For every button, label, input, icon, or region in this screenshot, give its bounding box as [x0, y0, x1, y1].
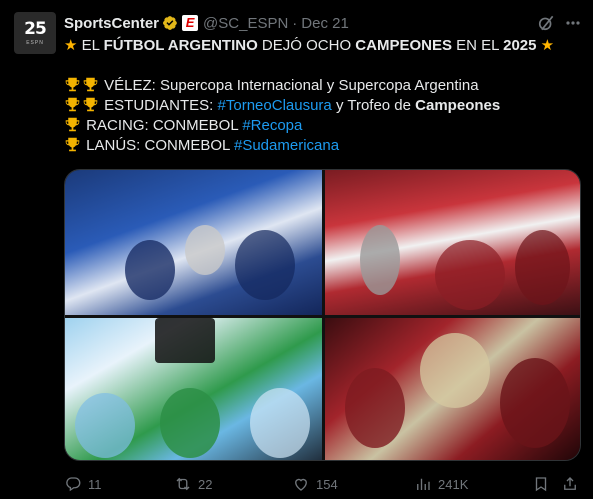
text-segment: ESTUDIANTES: [100, 97, 218, 114]
text-segment: DEJÓ OCHO [257, 37, 356, 54]
share-icon [564, 477, 576, 490]
trophy-icon [65, 137, 80, 152]
hashtag-link[interactable]: #TorneoClausura [218, 97, 332, 114]
like-button[interactable]: 154 [292, 474, 338, 494]
photo-lanus[interactable] [325, 318, 580, 460]
text-segment: VÉLEZ: Supercopa Internacional y Superco… [100, 77, 479, 94]
views-icon [417, 478, 430, 490]
verified-badge-icon[interactable] [162, 15, 178, 31]
views-button[interactable]: 241K [414, 474, 468, 494]
trophy-icon [65, 97, 80, 112]
avatar-sub: ESPN [26, 39, 44, 46]
action-bar: 11 22 154 241K [64, 474, 581, 494]
racing-line: RACING: CONMEBOL #Recopa [64, 116, 579, 136]
text-segment: RACING: CONMEBOL [82, 117, 243, 134]
more-icon[interactable] [565, 15, 581, 31]
lanus-line: LANÚS: CONMEBOL #Sudamericana [64, 136, 579, 156]
trophy-icon [65, 117, 80, 132]
separator-dot: · [292, 14, 298, 32]
hashtag-link[interactable]: #Sudamericana [234, 137, 339, 154]
tweet-header: SportsCenter E @SC_ESPN · Dec 21 [64, 13, 349, 33]
star-icon: ★ [540, 37, 555, 54]
star-icon: ★ [64, 37, 78, 54]
photo-racing[interactable] [65, 318, 322, 460]
headline-line: ★ EL FÚTBOL ARGENTINO DEJÓ OCHO CAMPEONE… [64, 36, 579, 56]
trophy-icon [65, 77, 80, 92]
photo-estudiantes[interactable] [325, 170, 580, 315]
reply-button[interactable]: 11 [64, 474, 102, 494]
bookmark-icon [535, 477, 547, 492]
tweet[interactable]: 25 ESPN SportsCenter E @SC_ESPN · Dec 21… [0, 0, 593, 499]
post-date[interactable]: Dec 21 [301, 15, 349, 32]
views-count: 241K [438, 476, 469, 492]
repost-button[interactable]: 22 [174, 474, 212, 494]
repost-icon [176, 477, 190, 491]
bookmark-button[interactable] [532, 474, 556, 494]
velez-line: VÉLEZ: Supercopa Internacional y Superco… [64, 76, 579, 96]
text-segment: EL [77, 37, 104, 54]
trophy-icon [83, 77, 98, 92]
trophy-icon [83, 97, 98, 112]
author-name[interactable]: SportsCenter [64, 15, 159, 32]
text-segment: y Trofeo de [331, 97, 416, 114]
tweet-text: ★ EL FÚTBOL ARGENTINO DEJÓ OCHO CAMPEONE… [64, 36, 579, 156]
estudiantes-line: ESTUDIANTES: #TorneoClausura y Trofeo de… [64, 96, 579, 116]
bold-text: 2025 [503, 37, 537, 54]
hashtag-link[interactable]: #Recopa [242, 117, 302, 134]
reply-icon [66, 477, 81, 492]
like-icon [295, 478, 307, 491]
bold-text: FÚTBOL ARGENTINO [103, 37, 258, 54]
photo-velez[interactable] [65, 170, 322, 315]
author-handle[interactable]: @SC_ESPN [203, 15, 288, 32]
avatar[interactable]: 25 ESPN [14, 12, 56, 54]
repost-count: 22 [198, 476, 213, 492]
like-count: 154 [316, 476, 338, 492]
bold-text: CAMPEONES [355, 37, 452, 54]
text-segment: EN EL [451, 37, 504, 54]
espn-badge-icon: E [182, 15, 199, 31]
reply-count: 11 [88, 476, 102, 492]
text-segment: LANÚS: CONMEBOL [82, 137, 234, 154]
bold-text: Campeones [415, 97, 501, 114]
media-grid [64, 169, 581, 461]
share-button[interactable] [561, 474, 585, 494]
avatar-number: 25 [24, 18, 47, 39]
grok-icon[interactable] [536, 13, 556, 33]
